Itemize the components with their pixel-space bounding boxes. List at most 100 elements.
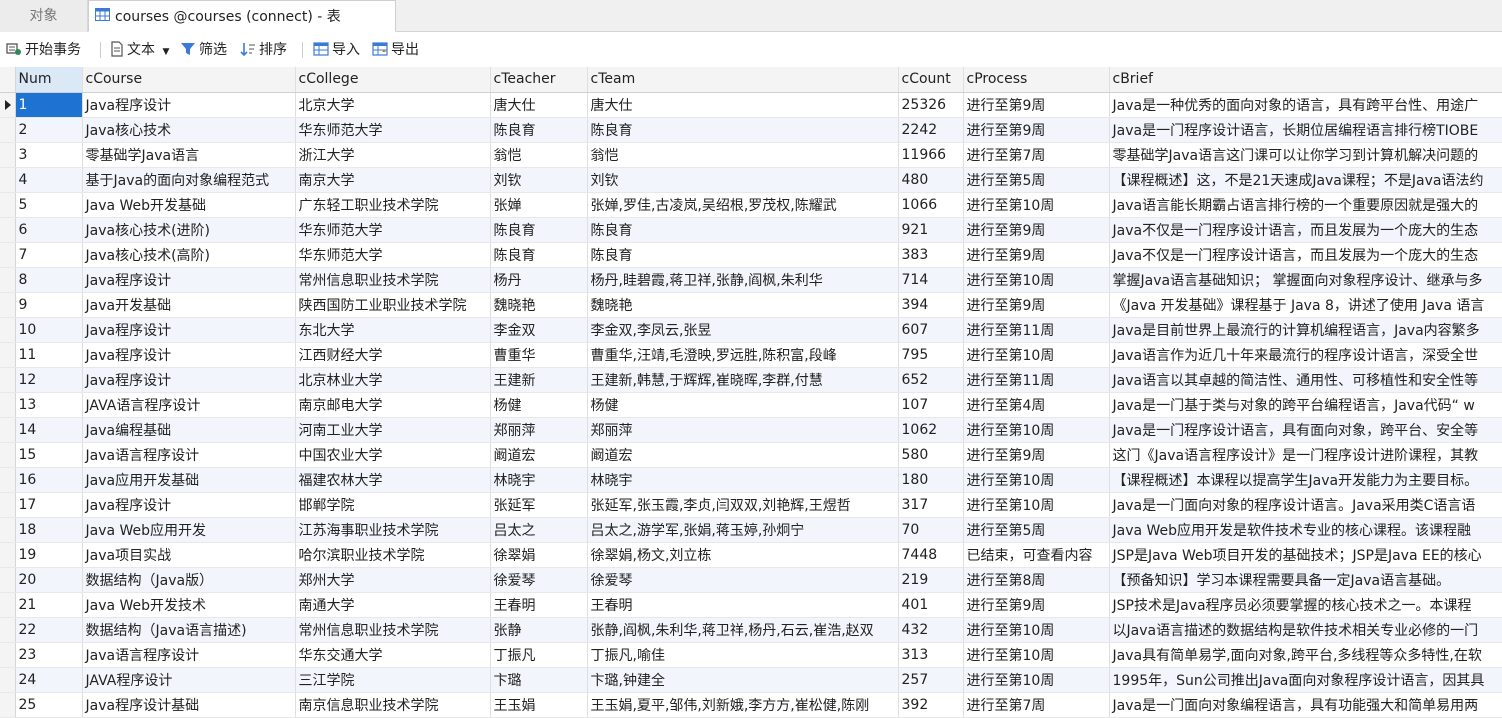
table-row[interactable]: 9 Java开发基础 陕西国防工业职业技术学院 魏晓艳 魏晓艳 394 进行至第9周 《Jav… [0,292,1502,318]
cell-brief[interactable]: Java是一种优秀的面向对象的语言，具有跨平台性、用途广 [1109,92,1502,118]
caret-down-icon[interactable]: ▼ [162,47,169,57]
cell-team[interactable]: 卞璐,钟建全 [587,667,899,693]
cell-process[interactable]: 进行至第9周 [963,292,1110,318]
cell-college[interactable]: 常州信息职业技术学院 [295,267,491,293]
cell-teacher[interactable]: 李金双 [490,317,588,343]
cell-team[interactable]: 王建新,韩慧,于辉辉,崔晓晖,李群,付慧 [587,367,899,393]
cell-team[interactable]: 张婵,罗佳,古凌岚,吴绍根,罗茂权,陈耀武 [587,192,899,218]
cell-course[interactable]: 数据结构（Java版） [82,567,296,593]
cell-course[interactable]: JAVA程序设计 [82,667,296,693]
cell-teacher[interactable]: 翁恺 [490,142,588,168]
row-indicator[interactable] [0,342,16,368]
cell-teacher[interactable]: 陈良育 [490,117,588,143]
cell-process[interactable]: 进行至第9周 [963,242,1110,268]
cell-process[interactable]: 进行至第10周 [963,642,1110,668]
cell-course[interactable]: Java语言程序设计 [82,642,296,668]
cell-course[interactable]: Java Web开发基础 [82,192,296,218]
cell-process[interactable]: 进行至第10周 [963,417,1110,443]
cell-college[interactable]: 东北大学 [295,317,491,343]
cell-course[interactable]: Java程序设计 [82,492,296,518]
cell-count[interactable]: 795 [898,342,964,368]
cell-course[interactable]: Java程序设计 [82,342,296,368]
cell-process[interactable]: 进行至第10周 [963,192,1110,218]
cell-count[interactable]: 714 [898,267,964,293]
table-row[interactable]: 17 Java程序设计 邯郸学院 张延军 张延军,张玉霞,李贞,闫双双,刘艳辉,王煜哲 3… [0,492,1502,518]
cell-course[interactable]: Java程序设计 [82,92,296,118]
cell-college[interactable]: 南京信息职业技术学院 [295,692,491,718]
table-row[interactable]: 16 Java应用开发基础 福建农林大学 林晓宇 林晓宇 180 进行至第10周 【课程概述】… [0,467,1502,493]
cell-teacher[interactable]: 阚道宏 [490,442,588,468]
cell-num[interactable]: 15 [15,442,83,468]
cell-college[interactable]: 南京大学 [295,167,491,193]
import-button[interactable]: 导入 [313,39,360,61]
cell-college[interactable]: 华东师范大学 [295,117,491,143]
cell-team[interactable]: 郑丽萍 [587,417,899,443]
row-indicator[interactable] [0,492,16,518]
cell-num[interactable]: 4 [15,167,83,193]
cell-brief[interactable]: Java是一门面向对象的程序设计语言。Java采用类C语言语 [1109,492,1502,518]
cell-count[interactable]: 313 [898,642,964,668]
cell-brief[interactable]: Java不仅是一门程序设计语言，而且发展为一个庞大的生态 [1109,242,1502,268]
cell-college[interactable]: 中国农业大学 [295,442,491,468]
filter-button[interactable]: 筛选 [180,39,227,61]
cell-college[interactable]: 南通大学 [295,592,491,618]
row-indicator[interactable] [0,217,16,243]
cell-process[interactable]: 进行至第4周 [963,392,1110,418]
cell-course[interactable]: Java程序设计 [82,367,296,393]
row-indicator[interactable] [0,567,16,593]
cell-team[interactable]: 阚道宏 [587,442,899,468]
row-indicator[interactable] [0,692,16,718]
cell-process[interactable]: 进行至第9周 [963,92,1110,118]
cell-course[interactable]: 零基础学Java语言 [82,142,296,168]
cell-teacher[interactable]: 徐爱琴 [490,567,588,593]
cell-teacher[interactable]: 刘钦 [490,167,588,193]
cell-team[interactable]: 魏晓艳 [587,292,899,318]
cell-team[interactable]: 吕太之,游学军,张娟,蒋玉婷,孙炯宁 [587,517,899,543]
cell-college[interactable]: 浙江大学 [295,142,491,168]
column-header-cteam[interactable]: cTeam [587,67,899,93]
text-view-button[interactable]: 文本 ▼ [110,39,169,61]
cell-num[interactable]: 14 [15,417,83,443]
cell-team[interactable]: 曹重华,汪靖,毛澄映,罗远胜,陈积富,段峰 [587,342,899,368]
cell-teacher[interactable]: 张静 [490,617,588,643]
cell-course[interactable]: Java核心技术(高阶) [82,242,296,268]
cell-brief[interactable]: 【课程概述】这，不是21天速成Java课程；不是Java语法约 [1109,167,1502,193]
table-row[interactable]: 1 Java程序设计 北京大学 唐大仕 唐大仕 25326 进行至第9周 Java是一种优秀的… [0,92,1502,118]
table-row[interactable]: 6 Java核心技术(进阶) 华东师范大学 陈良育 陈良育 921 进行至第9周 Java不仅… [0,217,1502,243]
cell-teacher[interactable]: 陈良育 [490,242,588,268]
cell-teacher[interactable]: 卞璐 [490,667,588,693]
cell-num[interactable]: 16 [15,467,83,493]
cell-count[interactable]: 383 [898,242,964,268]
cell-num[interactable]: 1 [15,92,83,118]
cell-count[interactable]: 1066 [898,192,964,218]
cell-course[interactable]: Java程序设计 [82,317,296,343]
cell-num[interactable]: 22 [15,617,83,643]
cell-num[interactable]: 12 [15,367,83,393]
cell-teacher[interactable]: 唐大仕 [490,92,588,118]
row-indicator[interactable] [0,542,16,568]
cell-teacher[interactable]: 陈良育 [490,217,588,243]
cell-brief[interactable]: Java是一门程序设计语言，长期位居编程语言排行榜TIOBE [1109,117,1502,143]
cell-college[interactable]: 华东师范大学 [295,217,491,243]
cell-brief[interactable]: Java是目前世界上最流行的计算机编程语言，Java内容繁多 [1109,317,1502,343]
cell-count[interactable]: 180 [898,467,964,493]
cell-brief[interactable]: Java Web应用开发是软件技术专业的核心课程。该课程融 [1109,517,1502,543]
cell-num[interactable]: 23 [15,642,83,668]
cell-team[interactable]: 陈良育 [587,117,899,143]
cell-course[interactable]: Java核心技术(进阶) [82,217,296,243]
cell-team[interactable]: 杨健 [587,392,899,418]
cell-team[interactable]: 李金双,李凤云,张昱 [587,317,899,343]
cell-process[interactable]: 进行至第9周 [963,217,1110,243]
cell-count[interactable]: 432 [898,617,964,643]
cell-process[interactable]: 进行至第7周 [963,142,1110,168]
cell-brief[interactable]: JSP是Java Web项目开发的基础技术；JSP是Java EE的核心 [1109,542,1502,568]
cell-process[interactable]: 进行至第5周 [963,167,1110,193]
cell-count[interactable]: 652 [898,367,964,393]
table-row[interactable]: 13 JAVA语言程序设计 南京邮电大学 杨健 杨健 107 进行至第4周 Java是一门基于… [0,392,1502,418]
cell-brief[interactable]: Java语言以其卓越的简洁性、通用性、可移植性和安全性等 [1109,367,1502,393]
table-row[interactable]: 14 Java编程基础 河南工业大学 郑丽萍 郑丽萍 1062 进行至第10周 Java是一门… [0,417,1502,443]
table-row[interactable]: 10 Java程序设计 东北大学 李金双 李金双,李凤云,张昱 607 进行至第11周 Jav… [0,317,1502,343]
cell-team[interactable]: 林晓宇 [587,467,899,493]
cell-num[interactable]: 17 [15,492,83,518]
cell-count[interactable]: 392 [898,692,964,718]
